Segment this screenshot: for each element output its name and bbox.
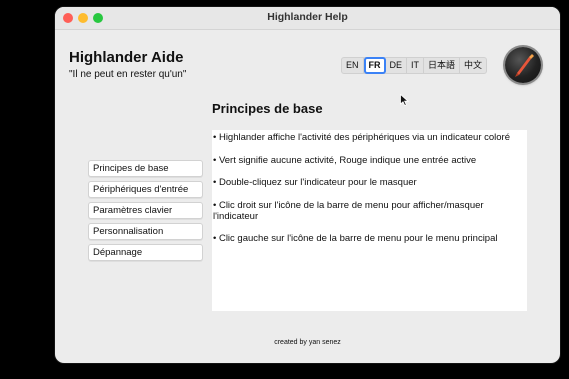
sidebar-item-depannage[interactable]: Dépannage xyxy=(88,244,203,261)
mouse-pointer-icon xyxy=(400,93,410,111)
help-text-line: • Vert signifie aucune activité, Rouge i… xyxy=(213,154,477,166)
lang-button-en[interactable]: EN xyxy=(342,58,364,73)
sidebar-item-parametres-clavier[interactable]: Paramètres clavier xyxy=(88,202,203,219)
title-bar[interactable]: Highlander Help xyxy=(55,7,560,30)
sidebar-item-principes-de-base[interactable]: Principes de base xyxy=(88,160,203,177)
lang-button-it[interactable]: IT xyxy=(407,58,425,73)
app-subtitle: "Il ne peut en rester qu'un" xyxy=(69,69,187,80)
help-window: Highlander Help Highlander Aide "Il ne p… xyxy=(55,7,560,363)
sidebar-item-personnalisation[interactable]: Personnalisation xyxy=(88,223,203,240)
sidebar-item-peripheriques[interactable]: Périphériques d'entrée xyxy=(88,181,203,198)
lang-button-fr[interactable]: FR xyxy=(363,57,386,74)
footer-credit: created by yan senez xyxy=(274,339,341,346)
help-text-line: • Clic droit sur l'icône de la barre de … xyxy=(213,199,484,222)
lang-button-ja[interactable]: 日本語 xyxy=(424,58,461,73)
section-title: Principes de base xyxy=(212,101,323,116)
window-title: Highlander Help xyxy=(267,11,348,23)
lang-button-de[interactable]: DE xyxy=(386,58,408,73)
highlander-app-icon xyxy=(505,47,541,83)
help-text-line: • Double-cliquez sur l'indicateur pour l… xyxy=(213,177,417,188)
help-text-line: • Clic gauche sur l'icône de la barre de… xyxy=(213,233,498,244)
sidebar-nav: Principes de base Périphériques d'entrée… xyxy=(88,160,203,261)
app-title: Highlander Aide xyxy=(69,49,184,66)
help-content-panel: • Highlander affiche l'activité des péri… xyxy=(212,130,527,311)
help-text-line: • Highlander affiche l'activité des péri… xyxy=(213,132,510,143)
language-selector: EN FR DE IT 日本語 中文 xyxy=(341,57,488,74)
lang-button-zh[interactable]: 中文 xyxy=(460,58,486,73)
